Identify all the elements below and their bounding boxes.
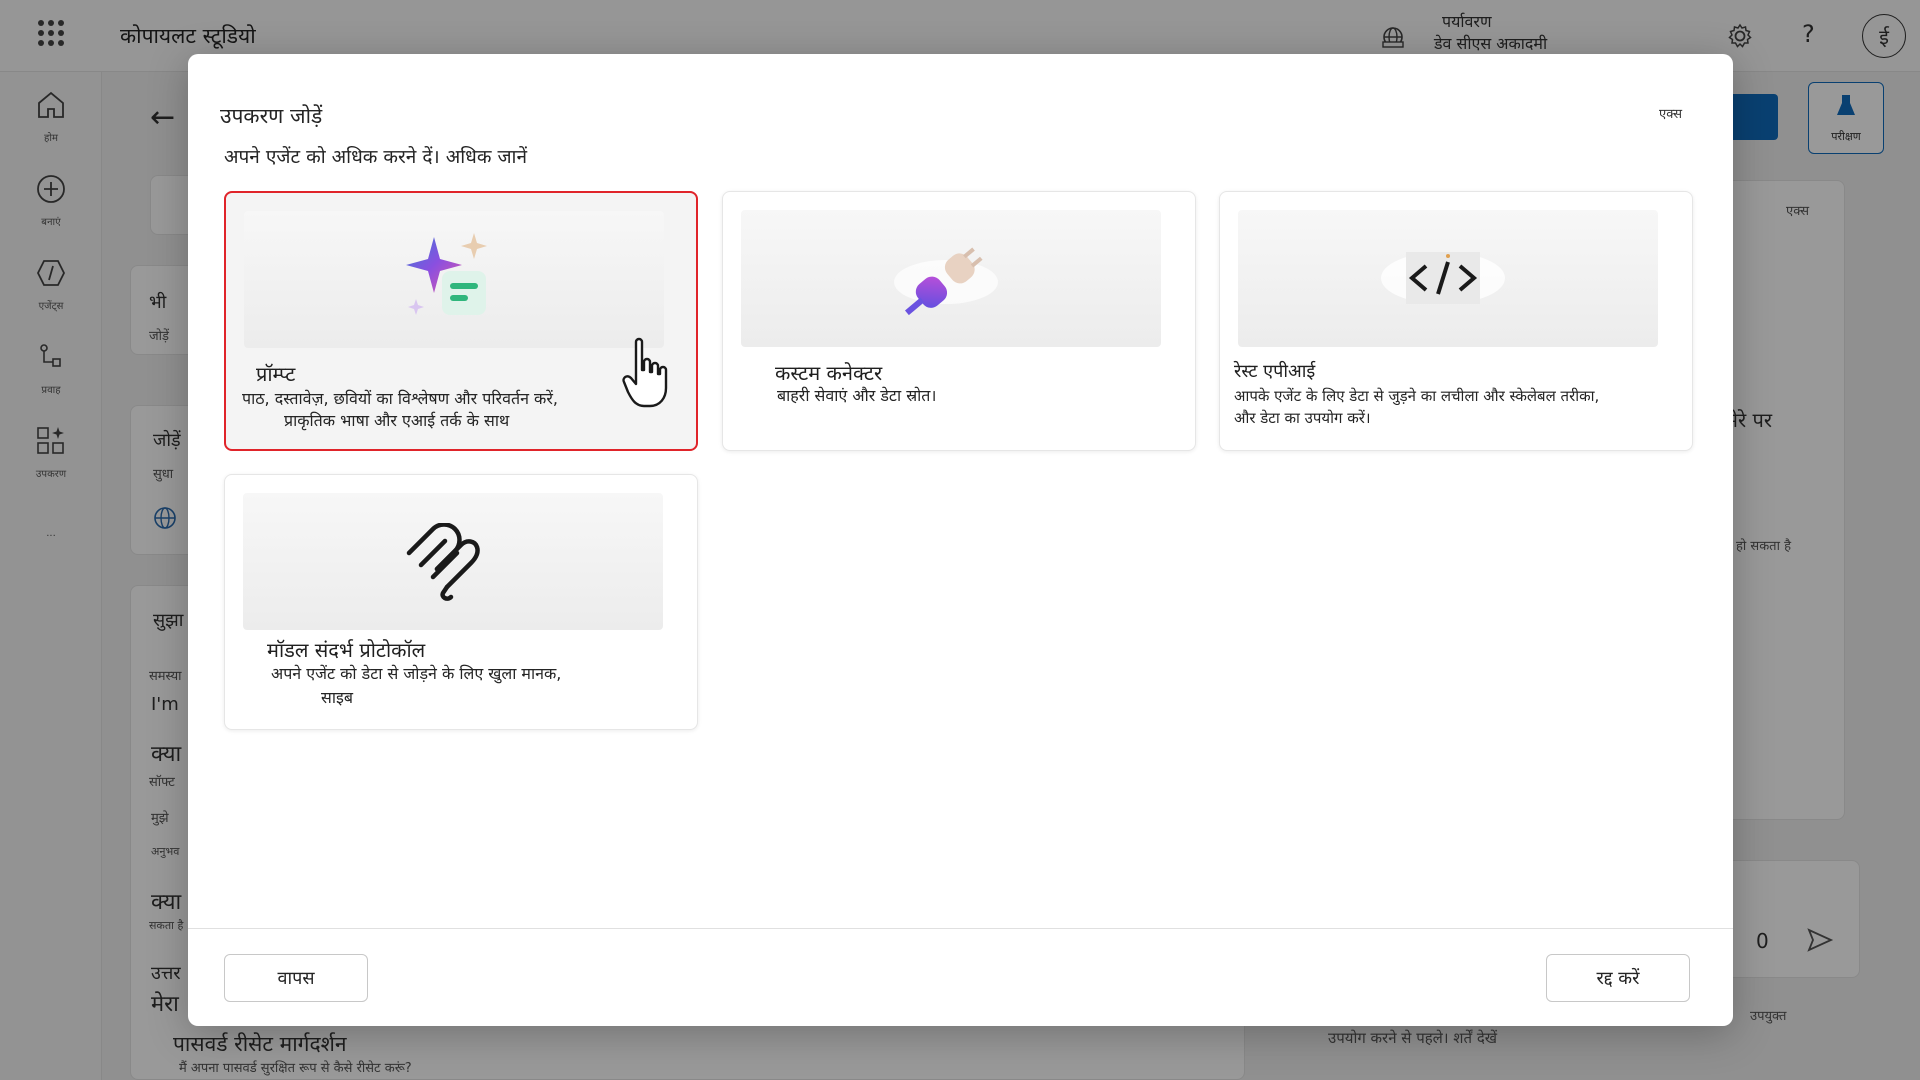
tool-card-prompt[interactable]: प्रॉम्प्ट पाठ, दस्तावेज़, छवियों का विश्…	[224, 191, 698, 451]
code-brackets-icon	[1381, 252, 1505, 304]
close-button[interactable]: एक्स	[1659, 104, 1682, 122]
add-tool-dialog: उपकरण जोड़ें एक्स अपने एजेंट को अधिक करन…	[188, 54, 1733, 1026]
tool-thumbnail	[243, 493, 663, 630]
dialog-subtitle[interactable]: अपने एजेंट को अधिक करने दें। अधिक जानें	[224, 143, 527, 169]
tool-description: बाहरी सेवाएं और डेटा स्रोत।	[777, 386, 937, 405]
tool-description: प्राकृतिक भाषा और एआई तर्क के साथ	[284, 411, 510, 430]
tool-thumbnail	[1238, 210, 1658, 347]
tool-description: अपने एजेंट को डेटा से जोड़ने के लिए खुला…	[271, 664, 562, 683]
back-button[interactable]: वापस	[224, 954, 368, 1002]
tool-description: आपके एजेंट के लिए डेटा से जुड़ने का लचील…	[1234, 387, 1600, 405]
tool-thumbnail	[244, 211, 664, 348]
prompt-sparkle-icon	[406, 233, 487, 315]
tool-card-model-context-protocol[interactable]: मॉडल संदर्भ प्रोटोकॉल अपने एजेंट को डेटा…	[224, 474, 698, 730]
plug-connector-icon	[894, 247, 998, 316]
hand-pointer-cursor-icon	[622, 337, 668, 408]
tool-name: रेस्ट एपीआई	[1234, 361, 1316, 382]
mcp-icon	[406, 523, 480, 601]
tool-name: कस्टम कनेक्टर	[775, 361, 883, 385]
tool-description: और डेटा का उपयोग करें।	[1234, 409, 1371, 427]
dialog-footer-divider	[188, 928, 1733, 929]
tool-name: मॉडल संदर्भ प्रोटोकॉल	[267, 638, 426, 662]
tool-card-custom-connector[interactable]: कस्टम कनेक्टर बाहरी सेवाएं और डेटा स्रोत…	[722, 191, 1196, 451]
dialog-title: उपकरण जोड़ें	[220, 104, 323, 128]
tool-description: पाठ, दस्तावेज़, छवियों का विश्लेषण और पर…	[242, 389, 558, 408]
tool-description: साइब	[321, 688, 353, 707]
cancel-button[interactable]: रद्द करें	[1546, 954, 1690, 1002]
tool-card-rest-api[interactable]: रेस्ट एपीआई आपके एजेंट के लिए डेटा से जु…	[1219, 191, 1693, 451]
tool-name: प्रॉम्प्ट	[256, 362, 296, 386]
tool-thumbnail	[741, 210, 1161, 347]
